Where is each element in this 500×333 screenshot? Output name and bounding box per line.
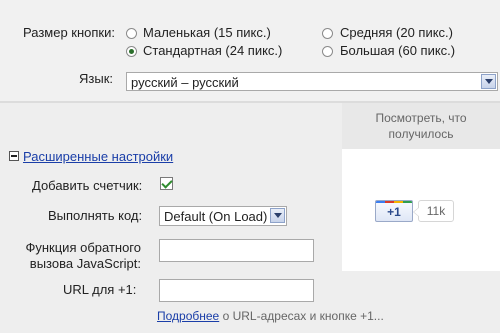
callback-input[interactable] (159, 239, 314, 262)
size-option-medium[interactable]: Средняя (20 пикс.) (322, 25, 492, 41)
radio-large[interactable] (322, 46, 333, 57)
chevron-down-icon[interactable] (481, 74, 496, 89)
advanced-settings-link[interactable]: Расширенные настройки (23, 149, 173, 164)
radio-small[interactable] (126, 28, 137, 39)
plusone-label: +1 (387, 205, 401, 219)
run-code-select-value: Default (On Load) (164, 209, 268, 224)
size-option-small-label: Маленькая (15 пикс.) (143, 25, 271, 40)
footer-note: Подробнее о URL-адресах и кнопке +1... (157, 309, 384, 323)
add-counter-label: Добавить счетчик: (32, 178, 143, 193)
preview-panel: Посмотреть, что получилось +1 11k (342, 103, 500, 271)
callback-label: Функция обратного вызова JavaScript: (25, 240, 141, 271)
plusone-color-stripe (376, 201, 412, 203)
add-counter-checkbox[interactable] (160, 177, 173, 190)
url-input[interactable] (159, 279, 314, 302)
chevron-down-icon[interactable] (270, 208, 285, 223)
size-option-standard-label: Стандартная (24 пикс.) (143, 43, 283, 58)
preview-header-text: Посмотреть, что получилось (375, 111, 467, 141)
language-label: Язык: (79, 71, 113, 86)
size-option-small[interactable]: Маленькая (15 пикс.) (126, 25, 306, 41)
plusone-count-bubble: 11k (413, 200, 454, 222)
size-option-standard[interactable]: Стандартная (24 пикс.) (126, 43, 306, 59)
language-select-value: русский – русский (131, 75, 239, 90)
run-code-select[interactable]: Default (On Load) (159, 206, 287, 226)
url-label: URL для +1: (63, 282, 137, 297)
language-select[interactable]: русский – русский (126, 72, 498, 91)
radio-medium[interactable] (322, 28, 333, 39)
button-size-label: Размер кнопки: (23, 25, 115, 40)
size-option-medium-label: Средняя (20 пикс.) (340, 25, 453, 40)
size-option-large-label: Большая (60 пикс.) (340, 43, 456, 58)
run-code-label: Выполнять код: (48, 208, 143, 223)
radio-standard[interactable] (126, 46, 137, 57)
learn-more-link[interactable]: Подробнее (157, 309, 219, 323)
footer-text: о URL-адресах и кнопке +1... (222, 309, 384, 323)
preview-header: Посмотреть, что получилось (342, 103, 500, 149)
size-option-large[interactable]: Большая (60 пикс.) (322, 43, 492, 59)
collapse-icon[interactable] (9, 151, 19, 161)
plusone-button[interactable]: +1 (375, 200, 413, 222)
